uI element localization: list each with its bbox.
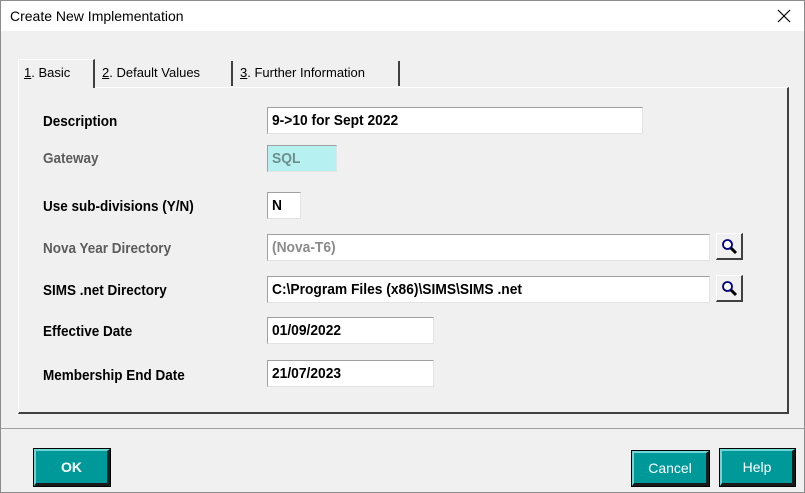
gateway-label: Gateway	[43, 150, 99, 167]
sub-divisions-label: Use sub-divisions (Y/N)	[43, 198, 194, 215]
sims-net-directory-field[interactable]: C:\Program Files (x86)\SIMS\SIMS .net	[267, 276, 710, 303]
ok-button[interactable]: OK	[33, 448, 111, 487]
sub-divisions-field[interactable]: N	[267, 192, 301, 219]
description-label: Description	[43, 113, 118, 130]
close-button[interactable]	[764, 1, 804, 31]
help-button[interactable]: Help	[719, 448, 796, 487]
tab-further-information[interactable]: 3. Further Information	[235, 61, 400, 86]
gateway-field: SQL	[267, 145, 337, 172]
nova-year-directory-field[interactable]: (Nova-T6)	[267, 234, 710, 261]
button-bar-separator	[1, 428, 804, 429]
description-field[interactable]: 9->10 for Sept 2022	[267, 107, 643, 134]
title-bar[interactable]: Create New Implementation	[1, 1, 804, 31]
tab-basic-label: . Basic	[31, 65, 71, 80]
window-title: Create New Implementation	[10, 8, 184, 24]
nova-directory-lookup-button[interactable]	[716, 233, 743, 260]
magnifier-icon	[721, 280, 737, 296]
effective-date-field[interactable]: 01/09/2022	[267, 317, 434, 344]
cancel-button[interactable]: Cancel	[631, 450, 710, 487]
nova-year-directory-label: Nova Year Directory	[43, 240, 172, 257]
sims-directory-lookup-button[interactable]	[716, 275, 743, 302]
tab-default-values[interactable]: 2. Default Values	[97, 61, 233, 86]
tab-basic[interactable]: 1. Basic	[18, 59, 95, 88]
close-icon	[777, 9, 791, 23]
membership-end-date-label: Membership End Date	[43, 367, 185, 384]
tab-default-values-label: . Default Values	[109, 65, 201, 80]
tab-further-information-label: . Further Information	[247, 65, 366, 80]
effective-date-label: Effective Date	[43, 323, 133, 340]
dialog-window: Create New Implementation 1. Basic 2. De…	[0, 0, 805, 493]
magnifier-icon	[721, 238, 737, 254]
membership-end-date-field[interactable]: 21/07/2023	[267, 360, 434, 387]
sims-net-directory-label: SIMS .net Directory	[43, 282, 167, 299]
